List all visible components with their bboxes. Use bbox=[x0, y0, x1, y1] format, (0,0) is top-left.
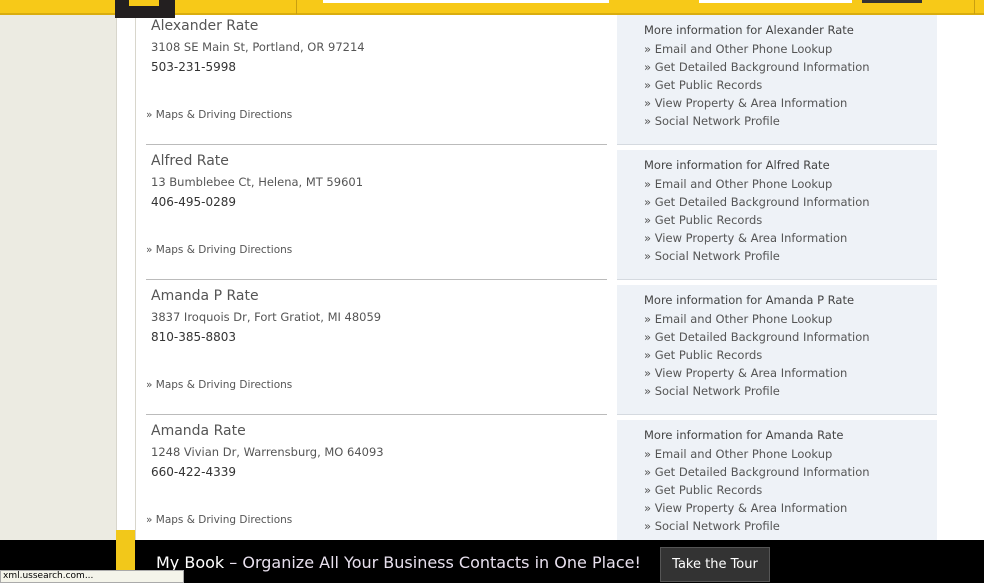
info-link[interactable]: » View Property & Area Information bbox=[644, 501, 937, 519]
info-link[interactable]: » Get Detailed Background Information bbox=[644, 465, 937, 483]
maps-directions-link[interactable]: » Maps & Driving Directions bbox=[146, 109, 292, 121]
info-link[interactable]: » Social Network Profile bbox=[644, 249, 937, 267]
info-link[interactable]: » Get Detailed Background Information bbox=[644, 330, 937, 348]
take-the-tour-button[interactable]: Take the Tour bbox=[660, 547, 770, 582]
more-info-title: More information for Amanda Rate bbox=[644, 428, 844, 442]
info-link[interactable]: » Email and Other Phone Lookup bbox=[644, 447, 937, 465]
person-address: 3108 SE Main St, Portland, OR 97214 bbox=[151, 40, 365, 54]
info-link[interactable]: » View Property & Area Information bbox=[644, 96, 937, 114]
search-button[interactable] bbox=[862, 0, 922, 3]
person-phone: 660-422-4339 bbox=[151, 465, 237, 479]
more-info-title: More information for Amanda P Rate bbox=[644, 293, 855, 307]
info-link[interactable]: » Email and Other Phone Lookup bbox=[644, 312, 937, 330]
person-phone: 503-231-5998 bbox=[151, 60, 237, 74]
info-link[interactable]: » Social Network Profile bbox=[644, 519, 937, 537]
more-info-title: More information for Alexander Rate bbox=[644, 23, 854, 37]
info-link[interactable]: » Get Detailed Background Information bbox=[644, 60, 937, 78]
page-background bbox=[0, 0, 116, 583]
info-link[interactable]: » Get Detailed Background Information bbox=[644, 195, 937, 213]
result-row: Amanda Rate 1248 Vivian Dr, Warrensburg,… bbox=[146, 415, 607, 550]
person-address: 13 Bumblebee Ct, Helena, MT 59601 bbox=[151, 175, 364, 189]
info-link[interactable]: » Get Public Records bbox=[644, 78, 937, 96]
more-info-title: More information for Alfred Rate bbox=[644, 158, 830, 172]
person-name[interactable]: Amanda P Rate bbox=[151, 288, 259, 304]
more-info-panel: More information for Amanda P Rate » Emai… bbox=[617, 285, 937, 415]
promo-message: – Organize All Your Business Contacts in… bbox=[224, 553, 641, 572]
more-info-panel: More information for Alexander Rate » Ema… bbox=[617, 15, 937, 145]
more-info-panel: More information for Alfred Rate » Email … bbox=[617, 150, 937, 280]
maps-directions-link[interactable]: » Maps & Driving Directions bbox=[146, 244, 292, 256]
status-bar: xml.ussearch.com... bbox=[0, 570, 184, 583]
person-address: 1248 Vivian Dr, Warrensburg, MO 64093 bbox=[151, 445, 384, 459]
result-row: Amanda P Rate 3837 Iroquois Dr, Fort Gra… bbox=[146, 280, 607, 415]
info-link[interactable]: » Get Public Records bbox=[644, 348, 937, 366]
person-name[interactable]: Alexander Rate bbox=[151, 18, 258, 34]
info-link[interactable]: » Social Network Profile bbox=[644, 114, 937, 132]
info-link[interactable]: » View Property & Area Information bbox=[644, 366, 937, 384]
info-link[interactable]: » Get Public Records bbox=[644, 213, 937, 231]
header-divider bbox=[974, 0, 975, 14]
maps-directions-link[interactable]: » Maps & Driving Directions bbox=[146, 379, 292, 391]
search-name-input[interactable] bbox=[323, 0, 609, 3]
info-link[interactable]: » View Property & Area Information bbox=[644, 231, 937, 249]
person-phone: 406-495-0289 bbox=[151, 195, 237, 209]
content-gutter bbox=[116, 0, 136, 583]
promo-text: My Book – Organize All Your Business Con… bbox=[156, 553, 641, 572]
person-name[interactable]: Amanda Rate bbox=[151, 423, 246, 439]
result-row: Alexander Rate 3108 SE Main St, Portland… bbox=[146, 10, 607, 145]
info-link[interactable]: » Email and Other Phone Lookup bbox=[644, 42, 937, 60]
info-link[interactable]: » Social Network Profile bbox=[644, 384, 937, 402]
info-link[interactable]: » Get Public Records bbox=[644, 483, 937, 501]
person-phone: 810-385-8803 bbox=[151, 330, 237, 344]
person-address: 3837 Iroquois Dr, Fort Gratiot, MI 48059 bbox=[151, 310, 382, 324]
search-location-input[interactable] bbox=[699, 0, 852, 3]
maps-directions-link[interactable]: » Maps & Driving Directions bbox=[146, 514, 292, 526]
person-name[interactable]: Alfred Rate bbox=[151, 153, 229, 169]
info-link[interactable]: » Email and Other Phone Lookup bbox=[644, 177, 937, 195]
more-info-panel: More information for Amanda Rate » Email … bbox=[617, 420, 937, 550]
result-row: Alfred Rate 13 Bumblebee Ct, Helena, MT … bbox=[146, 145, 607, 280]
